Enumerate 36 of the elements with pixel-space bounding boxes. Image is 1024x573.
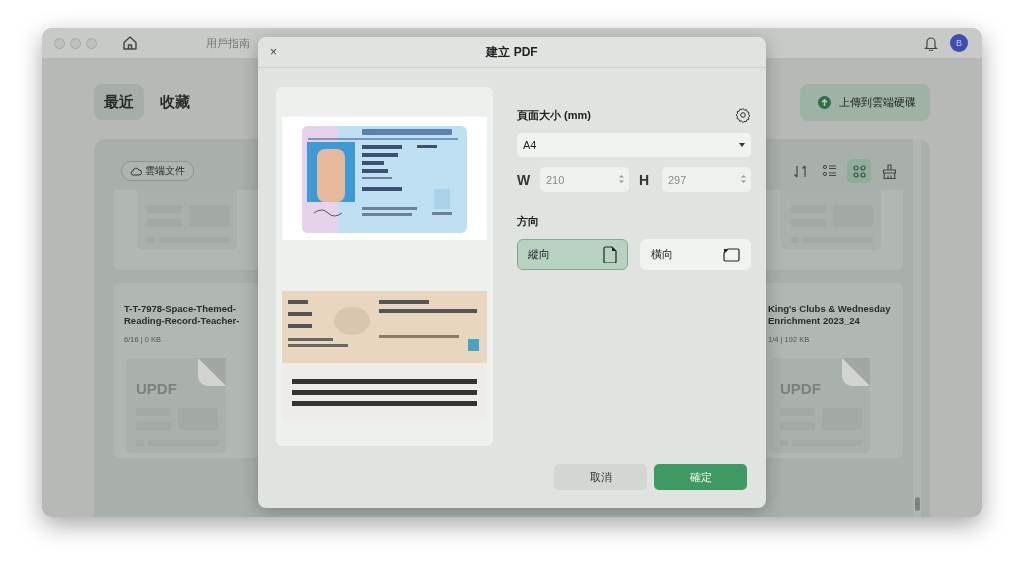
landscape-page-icon xyxy=(723,247,740,262)
filter-chip[interactable]: 雲端文件 xyxy=(121,161,194,181)
stepper-icon xyxy=(741,174,746,184)
file-title: King's Clubs & Wednesday Enrichment 2023_24 xyxy=(768,303,892,327)
broom-icon xyxy=(880,162,898,180)
dialog-title: 建立 PDF xyxy=(486,43,538,61)
portrait-page-icon xyxy=(603,246,617,263)
view-button[interactable] xyxy=(847,159,871,183)
bell-icon[interactable] xyxy=(924,35,938,51)
page-size-dropdown[interactable]: A4 xyxy=(517,133,751,157)
caret-icon xyxy=(739,143,745,147)
avatar[interactable]: B xyxy=(950,34,968,52)
section-label: 頁面大小 (mm) xyxy=(517,107,591,123)
upload-button[interactable]: 上傳到雲端硬碟 xyxy=(800,83,930,121)
upload-icon xyxy=(818,95,831,109)
settings-icon[interactable] xyxy=(735,107,751,123)
window-control-dot[interactable] xyxy=(70,37,81,49)
orientation-option[interactable]: 縱向 xyxy=(517,239,628,270)
close-button[interactable]: × xyxy=(267,44,280,60)
dimension-label: W xyxy=(517,171,532,188)
nav-tab[interactable]: 收藏 xyxy=(150,84,200,120)
dimension-label: H xyxy=(639,171,651,188)
orientation-option[interactable]: 橫向 xyxy=(640,239,751,270)
cancel-button[interactable]: 取消 xyxy=(554,464,647,490)
section-label: 方向 xyxy=(517,214,540,229)
scrollbar-thumb[interactable] xyxy=(914,497,920,511)
home-icon[interactable] xyxy=(122,35,138,51)
file-title: T-T-7978-Space-Themed-Reading-Record-Teacher- xyxy=(124,303,241,327)
stepper-icon xyxy=(619,174,624,184)
window-control-dot[interactable] xyxy=(86,37,97,49)
cloud-icon xyxy=(130,166,142,176)
nav-tab[interactable]: 最近 xyxy=(94,84,144,120)
file-card[interactable] xyxy=(114,190,259,270)
confirm-button[interactable]: 確定 xyxy=(654,464,747,490)
window-control-dot[interactable] xyxy=(54,37,65,49)
grid-icon xyxy=(850,162,868,180)
